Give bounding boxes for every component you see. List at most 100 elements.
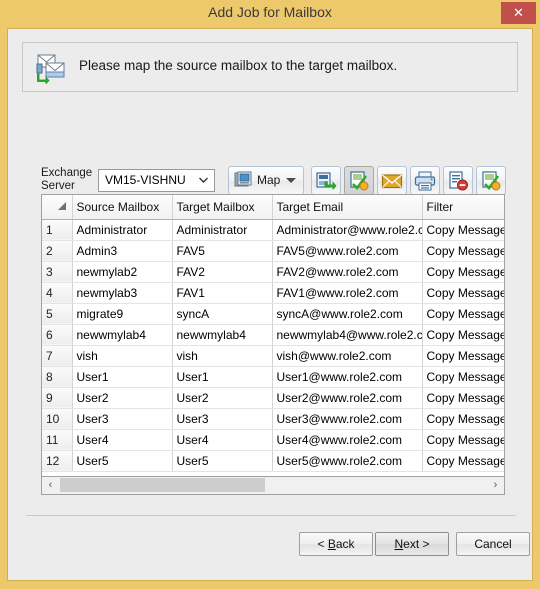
cell-target-mailbox: syncA — [172, 303, 273, 325]
scrollbar-thumb[interactable] — [60, 478, 265, 492]
map-button-label: Map — [257, 173, 281, 187]
row-number: 1 — [42, 219, 73, 241]
map-book-icon — [234, 170, 256, 192]
cell-target-email: FAV5@www.role2.com — [272, 240, 423, 262]
row-number: 7 — [42, 345, 73, 367]
import-mapping-button[interactable] — [311, 166, 341, 195]
email-button[interactable] — [377, 166, 407, 195]
column-header-target-email[interactable]: Target Email — [272, 195, 423, 220]
cell-target-mailbox: FAV5 — [172, 240, 273, 262]
document-delete-icon — [447, 170, 469, 192]
printer-export-icon — [414, 170, 436, 192]
chevron-down-icon — [199, 174, 208, 186]
apply-filter-button[interactable] — [476, 166, 506, 195]
cell-target-mailbox: User3 — [172, 408, 273, 430]
table-row[interactable]: 2 Admin3 FAV5 FAV5@www.role2.com Copy Messag… — [42, 240, 504, 262]
cell-source-mailbox: User4 — [72, 429, 173, 451]
cell-target-email: User1@www.role2.com — [272, 366, 423, 388]
exchange-server-select[interactable]: VM15-VISHNU — [98, 169, 215, 192]
cell-filter: Copy Message C — [422, 324, 504, 346]
exchange-server-value: VM15-VISHNU — [105, 173, 186, 187]
cell-target-email: Administrator@www.role2.c… — [272, 219, 423, 241]
table-row[interactable]: 11 User4 User4 User4@www.role2.com Copy Mess… — [42, 429, 504, 451]
grid-horizontal-scrollbar[interactable]: ‹ › — [41, 477, 505, 495]
cell-filter: Copy Message C — [422, 345, 504, 367]
cell-target-mailbox: vish — [172, 345, 273, 367]
select-all-triangle-icon — [57, 202, 66, 210]
table-row[interactable]: 1 Administrator Administrator Administrator… — [42, 219, 504, 241]
table-row[interactable]: 3 newmylab2 FAV2 FAV2@www.role2.com Copy Mes… — [42, 261, 504, 283]
cell-source-mailbox: User5 — [72, 450, 173, 472]
table-row[interactable]: 6 newwmylab4 newwmylab4 newwmylab4@www.role… — [42, 324, 504, 346]
column-header-filter[interactable]: Filter — [422, 195, 504, 220]
cell-target-email: User2@www.role2.com — [272, 387, 423, 409]
chevron-down-icon — [286, 178, 296, 183]
envelope-icon — [381, 170, 403, 192]
dialog-body: Please map the source mailbox to the tar… — [7, 28, 533, 581]
exchange-label-line1: Exchange — [41, 167, 93, 179]
table-row[interactable]: 5 migrate9 syncA syncA@www.role2.com Copy Me… — [42, 303, 504, 325]
cell-target-mailbox: FAV2 — [172, 261, 273, 283]
cell-target-mailbox: Administrator — [172, 219, 273, 241]
export-button[interactable] — [410, 166, 440, 195]
cell-target-mailbox: User4 — [172, 429, 273, 451]
cell-source-mailbox: newwmylab4 — [72, 324, 173, 346]
next-button[interactable]: Next > — [375, 532, 449, 556]
row-number: 6 — [42, 324, 73, 346]
cell-target-email: User5@www.role2.com — [272, 450, 423, 472]
row-number: 12 — [42, 450, 73, 472]
cell-target-email: syncA@www.role2.com — [272, 303, 423, 325]
exchange-label-line2: Server — [41, 179, 75, 192]
table-row[interactable]: 10 User3 User3 User3@www.role2.com Copy Mess… — [42, 408, 504, 430]
cell-filter: Copy Message C — [422, 261, 504, 283]
scroll-left-arrow-icon[interactable]: ‹ — [42, 477, 59, 493]
row-number: 2 — [42, 240, 73, 262]
cell-source-mailbox: vish — [72, 345, 173, 367]
row-number: 3 — [42, 261, 73, 283]
cell-target-email: User4@www.role2.com — [272, 429, 423, 451]
cell-target-mailbox: FAV1 — [172, 282, 273, 304]
cell-source-mailbox: newmylab3 — [72, 282, 173, 304]
exchange-server-label: Exchange Server — [41, 167, 101, 192]
mailbox-migration-icon — [35, 52, 69, 85]
mailbox-mapping-grid[interactable]: Source Mailbox Target Mailbox Target Ema… — [41, 194, 505, 477]
scroll-right-arrow-icon[interactable]: › — [487, 477, 504, 493]
close-icon[interactable]: ✕ — [501, 2, 536, 24]
row-number: 5 — [42, 303, 73, 325]
cell-target-email: FAV1@www.role2.com — [272, 282, 423, 304]
row-number: 8 — [42, 366, 73, 388]
cell-target-email: User3@www.role2.com — [272, 408, 423, 430]
cell-filter: Copy Message C — [422, 219, 504, 241]
cell-source-mailbox: Administrator — [72, 219, 173, 241]
row-number: 4 — [42, 282, 73, 304]
cell-filter: Copy Message C — [422, 240, 504, 262]
cancel-button[interactable]: Cancel — [456, 532, 530, 556]
cell-filter: Copy Message C — [422, 408, 504, 430]
back-button[interactable]: < Back — [299, 532, 373, 556]
table-header-row: Source Mailbox Target Mailbox Target Ema… — [42, 195, 504, 220]
cell-filter: Copy Message C — [422, 450, 504, 472]
row-number: 11 — [42, 429, 73, 451]
remove-job-button[interactable] — [443, 166, 473, 195]
title-bar: Add Job for Mailbox ✕ — [0, 0, 540, 28]
table-row[interactable]: 9 User2 User2 User2@www.role2.com Copy Messa… — [42, 387, 504, 409]
table-row[interactable]: 8 User1 User1 User1@www.role2.com Copy Messa… — [42, 366, 504, 388]
mapping-table: Source Mailbox Target Mailbox Target Ema… — [42, 195, 504, 472]
column-header-target-mailbox[interactable]: Target Mailbox — [172, 195, 273, 220]
cell-filter: Copy Message C — [422, 303, 504, 325]
table-row[interactable]: 4 newmylab3 FAV1 FAV1@www.role2.com Copy Mes… — [42, 282, 504, 304]
map-button[interactable]: Map — [228, 166, 304, 195]
import-arrow-icon — [315, 170, 337, 192]
header-message-panel: Please map the source mailbox to the tar… — [22, 42, 518, 92]
grid-corner-cell[interactable] — [42, 195, 73, 220]
table-row[interactable]: 12 User5 User5 User5@www.role2.com Copy Mess… — [42, 450, 504, 472]
cell-source-mailbox: User1 — [72, 366, 173, 388]
cell-filter: Copy Message C — [422, 366, 504, 388]
cell-source-mailbox: User2 — [72, 387, 173, 409]
column-header-source-mailbox[interactable]: Source Mailbox — [72, 195, 173, 220]
cell-filter: Copy Message C — [422, 429, 504, 451]
page-title: Add Job for Mailbox — [208, 4, 332, 20]
row-number: 10 — [42, 408, 73, 430]
validate-mapping-button[interactable] — [344, 166, 374, 195]
table-row[interactable]: 7 vish vish vish@www.role2.com Copy Message … — [42, 345, 504, 367]
